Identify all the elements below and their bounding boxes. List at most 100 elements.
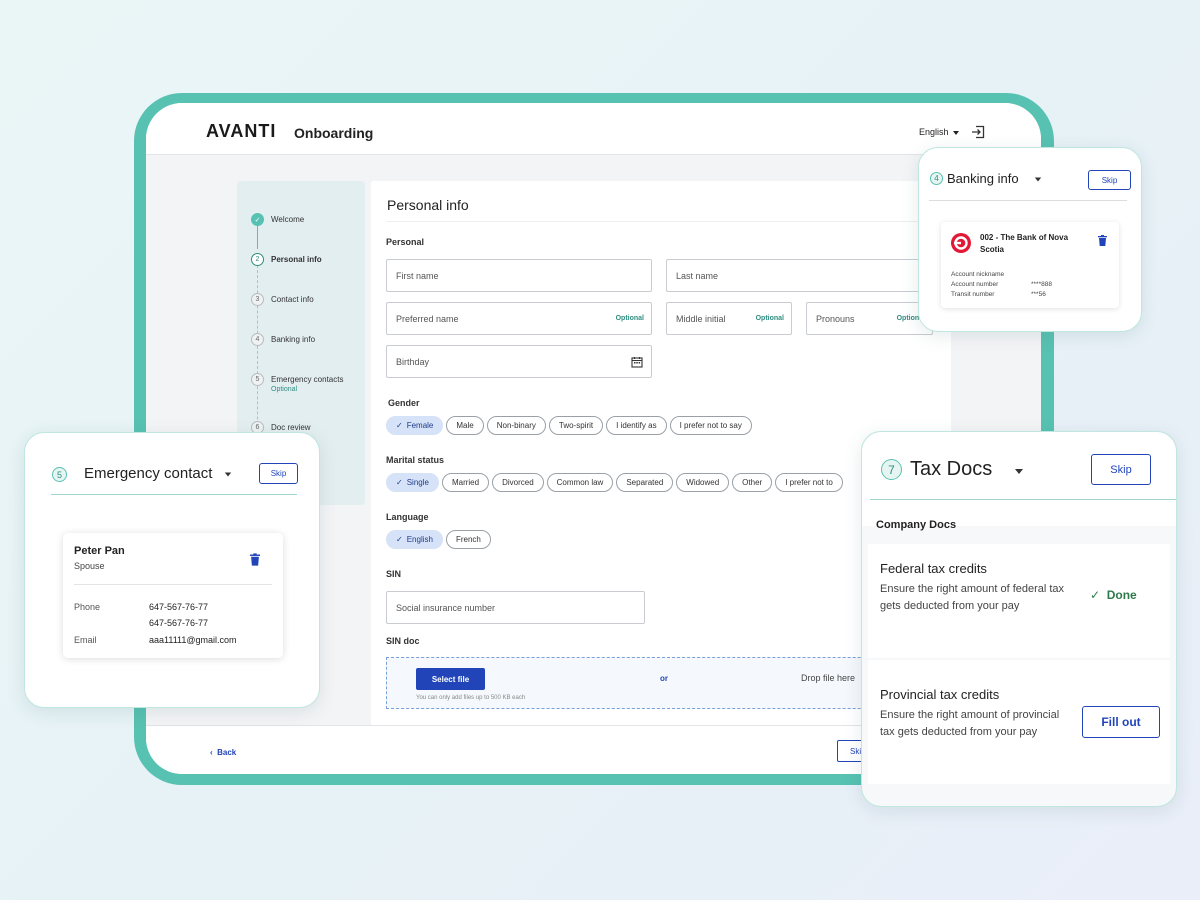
row-label: Transit number [951, 291, 995, 298]
caret-down-icon[interactable] [1034, 177, 1042, 182]
step-number: 5 [251, 373, 264, 386]
card-title: Tax Docs [910, 458, 993, 480]
emergency-skip-button[interactable]: Skip [259, 463, 298, 484]
language-chip-french[interactable]: French [445, 530, 491, 549]
language-chip-english[interactable]: ✓ English [386, 530, 443, 549]
marital-chip-common-law[interactable]: Common law [546, 473, 614, 492]
provincial-tax-item: Provincial tax credits Ensure the right … [868, 660, 1170, 784]
logo: AVANTI [206, 121, 277, 141]
top-bar: AVANTI Onboarding English [146, 103, 1041, 155]
step-emergency-contacts[interactable]: 5 Emergency contacts Optional [251, 373, 343, 394]
tax-item-title: Federal tax credits [880, 561, 987, 576]
gender-chip-female[interactable]: ✓ Female [386, 416, 444, 435]
chip-label: Female [406, 421, 434, 430]
gender-chip-non-binary[interactable]: Non-binary [486, 416, 546, 435]
select-file-button[interactable]: Select file [416, 668, 485, 690]
phone-value: 647-567-76-77 [149, 602, 209, 612]
birthday-field[interactable]: Birthday [386, 345, 652, 378]
contact-relation: Spouse [74, 561, 105, 571]
chip-label: French [455, 535, 481, 544]
optional-tag: Optional [755, 315, 784, 322]
fill-out-button[interactable]: Fill out [1082, 706, 1160, 738]
marital-chip-single[interactable]: ✓ Single [386, 473, 439, 492]
federal-tax-item: Federal tax credits Ensure the right amo… [868, 544, 1170, 658]
language-select[interactable]: English [919, 127, 959, 137]
check-icon: ✓ [396, 421, 403, 430]
back-button[interactable]: ‹ Back [210, 748, 236, 757]
drop-file-text: Drop file here [801, 673, 856, 683]
step-welcome[interactable]: ✓ Welcome [251, 213, 304, 226]
tax-docs-card: 7 Tax Docs Skip Company Docs Federal tax… [861, 431, 1177, 807]
first-name-field[interactable]: First name [386, 259, 652, 292]
chip-label: I identify as [616, 421, 657, 430]
pronouns-field[interactable]: Pronouns Optional [806, 302, 933, 335]
placeholder: Pronouns [816, 313, 855, 324]
chip-label: Common law [556, 478, 604, 487]
marital-chip-divorced[interactable]: Divorced [492, 473, 544, 492]
marital-chip-separated[interactable]: Separated [616, 473, 674, 492]
chip-label: I prefer not to [785, 478, 833, 487]
divider [870, 499, 1176, 500]
marital-chips: ✓ Single Married Divorced Common law Sepa… [386, 473, 843, 492]
sin-doc-label: SIN doc [386, 636, 420, 646]
preferred-name-field[interactable]: Preferred name Optional [386, 302, 652, 335]
placeholder: Birthday [396, 356, 430, 367]
step-personal-info[interactable]: 2 Personal info [251, 253, 322, 266]
calendar-icon[interactable] [631, 356, 643, 368]
caret-down-icon [952, 130, 959, 135]
gender-chip-two-spirit[interactable]: Two-spirit [548, 416, 604, 435]
step-label: Contact info [271, 295, 314, 304]
chip-label: Non-binary [496, 421, 536, 430]
step-banking-info[interactable]: 4 Banking info [251, 333, 315, 346]
language-value: English [919, 127, 949, 137]
language-chips: ✓ English French [386, 530, 491, 549]
caret-down-icon[interactable] [1015, 469, 1023, 474]
marital-chip-widowed[interactable]: Widowed [676, 473, 730, 492]
step-optional-tag: Optional [271, 386, 298, 393]
divider [74, 584, 272, 585]
chip-label: Single [406, 478, 429, 487]
optional-tag: Optional [615, 315, 644, 322]
emergency-contact-card: 5 Emergency contact Skip Peter Pan Spous… [24, 432, 320, 708]
gender-chip-male[interactable]: Male [446, 416, 484, 435]
divider [929, 200, 1127, 201]
step-contact-info[interactable]: 3 Contact info [251, 293, 314, 306]
marital-chip-other[interactable]: Other [732, 473, 773, 492]
placeholder: Preferred name [396, 313, 459, 324]
bank-logo-icon [951, 233, 971, 253]
or-text: or [660, 674, 668, 683]
divider [387, 221, 951, 222]
middle-initial-field[interactable]: Middle initial Optional [666, 302, 792, 335]
placeholder: First name [396, 270, 439, 281]
step-number: 4 [930, 172, 943, 185]
gender-chip-prefer-not[interactable]: I prefer not to say [669, 416, 752, 435]
tax-item-title: Provincial tax credits [880, 687, 1000, 702]
last-name-field[interactable]: Last name [666, 259, 951, 292]
chip-label: Separated [626, 478, 664, 487]
file-size-hint: You can only add files up to 500 KB each [416, 695, 526, 701]
trash-icon[interactable] [250, 553, 260, 566]
gender-chip-identify-as[interactable]: I identify as [606, 416, 667, 435]
sin-field[interactable]: Social insurance number [386, 591, 645, 624]
tax-skip-button[interactable]: Skip [1091, 454, 1151, 485]
banking-skip-button[interactable]: Skip [1088, 170, 1131, 190]
step-label: Welcome [271, 215, 305, 224]
chip-label: Other [742, 478, 763, 487]
step-number: 3 [251, 293, 264, 306]
chip-label: Two-spirit [558, 421, 594, 430]
marital-chip-married[interactable]: Married [441, 473, 490, 492]
chip-label: I prefer not to say [679, 421, 742, 430]
email-value: aaa11111@gmail.com [149, 635, 237, 645]
row-label: Account number [951, 281, 999, 288]
check-icon: ✓ [396, 478, 403, 487]
step-number: 4 [251, 333, 264, 346]
placeholder: Last name [676, 270, 719, 281]
company-docs-heading: Company Docs [876, 519, 957, 531]
banking-info-card: 4 Banking info Skip 002 - The Bank of No… [918, 147, 1142, 332]
logout-icon[interactable] [971, 125, 985, 139]
chip-label: English [406, 535, 433, 544]
trash-icon[interactable] [1098, 235, 1107, 246]
marital-status-label: Marital status [386, 455, 445, 465]
caret-down-icon[interactable] [224, 472, 232, 477]
marital-chip-prefer-not[interactable]: I prefer not to [775, 473, 843, 492]
